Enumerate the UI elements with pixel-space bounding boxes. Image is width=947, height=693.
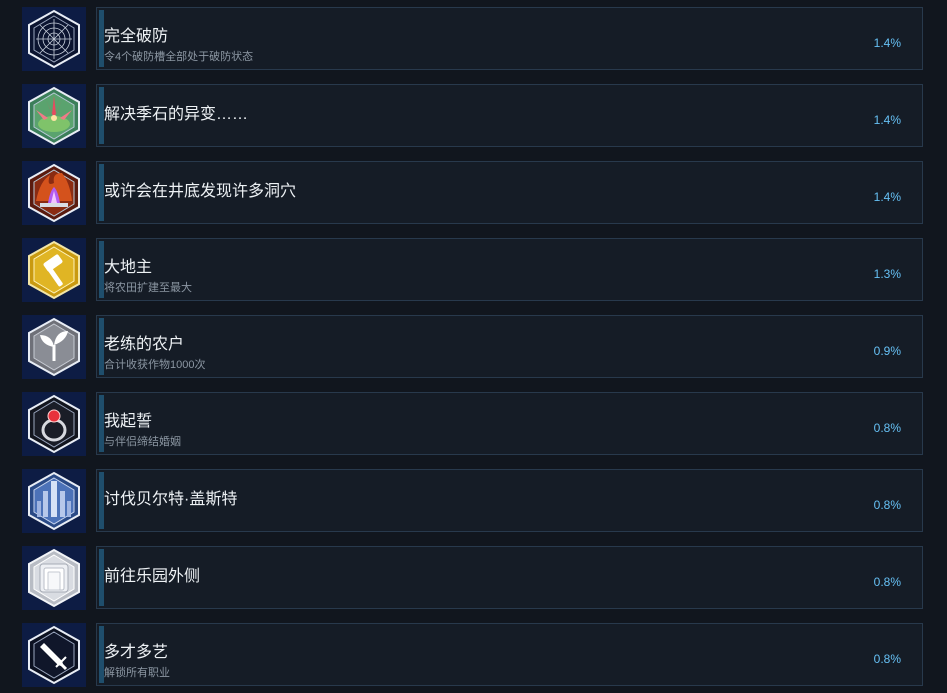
sword-icon [22,623,86,687]
achievement-title: 多才多艺 [104,644,169,661]
achievement-description: 令4个破防槽全部处于破防状态 [104,51,254,63]
achievement-title: 讨伐贝尔特·盖斯特 [104,491,238,508]
achievement-panel: 大地主 将农田扩建至最大 1.3% [96,238,923,301]
achievement-percent: 1.3% [873,267,901,281]
achievement-percent: 0.8% [873,652,901,666]
achievement-description: 解锁所有职业 [104,667,170,679]
achievement-panel: 前往乐园外侧 0.8% [96,546,923,609]
achievement-percent: 0.9% [873,344,901,358]
achievement-row: 大地主 将农田扩建至最大 1.3% [0,237,947,303]
achievement-row: 或许会在井底发现许多洞穴 1.4% [0,160,947,226]
achievement-row: 完全破防 令4个破防槽全部处于破防状态 1.4% [0,6,947,72]
achievement-percent: 0.8% [873,421,901,435]
achievement-row: 讨伐贝尔特·盖斯特 0.8% [0,468,947,534]
achievement-row: 我起誓 与伴侣缔结婚姻 0.8% [0,391,947,457]
crystal-flower-icon [22,84,86,148]
achievement-title: 大地主 [104,259,153,276]
achievement-panel: 讨伐贝尔特·盖斯特 0.8% [96,469,923,532]
achievement-title: 前往乐园外侧 [104,568,201,585]
achievement-description: 合计收获作物1000次 [104,359,206,371]
achievement-panel: 或许会在井底发现许多洞穴 1.4% [96,161,923,224]
achievement-panel: 多才多艺 解锁所有职业 0.8% [96,623,923,686]
achievement-panel: 老练的农户 合计收获作物1000次 0.9% [96,315,923,378]
achievement-row: 多才多艺 解锁所有职业 0.8% [0,622,947,688]
achievement-list: 完全破防 令4个破防槽全部处于破防状态 1.4% 解决季石的异变…… 1.4% [0,0,947,693]
achievement-panel: 我起誓 与伴侣缔结婚姻 0.8% [96,392,923,455]
achievement-row: 解决季石的异变…… 1.4% [0,83,947,149]
gate-icon [22,546,86,610]
achievement-title: 我起誓 [104,413,153,430]
achievement-row: 前往乐园外侧 0.8% [0,545,947,611]
ring-icon [22,392,86,456]
achievement-description: 将农田扩建至最大 [104,282,192,294]
flame-cave-icon [22,161,86,225]
castle-icon [22,469,86,533]
hammer-icon [22,238,86,302]
achievement-title: 或许会在井底发现许多洞穴 [104,183,297,200]
achievement-description: 与伴侣缔结婚姻 [104,436,181,448]
achievement-panel: 完全破防 令4个破防槽全部处于破防状态 1.4% [96,7,923,70]
achievement-panel: 解决季石的异变…… 1.4% [96,84,923,147]
achievement-title: 解决季石的异变…… [104,106,249,123]
achievement-title: 完全破防 [104,28,169,45]
achievement-percent: 0.8% [873,575,901,589]
achievement-percent: 1.4% [873,190,901,204]
web-icon [22,7,86,71]
sprout-icon [22,315,86,379]
achievement-percent: 1.4% [873,113,901,127]
achievement-row: 老练的农户 合计收获作物1000次 0.9% [0,314,947,380]
achievement-percent: 0.8% [873,498,901,512]
achievement-title: 老练的农户 [104,336,185,353]
achievement-percent: 1.4% [873,36,901,50]
